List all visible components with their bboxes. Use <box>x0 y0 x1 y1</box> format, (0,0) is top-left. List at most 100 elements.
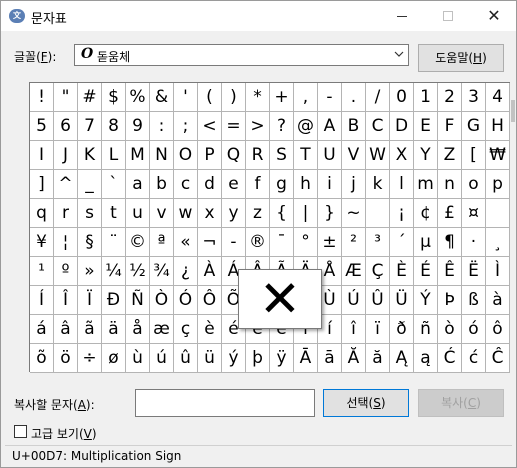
char-cell[interactable]: ¡ <box>390 199 414 228</box>
char-cell[interactable]: ¥ <box>30 228 54 257</box>
char-cell[interactable]: ? <box>270 112 294 141</box>
char-cell[interactable]: ÷ <box>78 344 102 373</box>
char-cell[interactable]: J <box>54 141 78 170</box>
char-cell[interactable]: B <box>342 112 366 141</box>
char-cell[interactable]: @ <box>294 112 318 141</box>
char-cell[interactable]: à <box>486 286 510 315</box>
char-cell[interactable]: Ĉ <box>486 344 510 373</box>
char-cell[interactable]: Æ <box>342 257 366 286</box>
char-cell[interactable]: Q <box>222 141 246 170</box>
char-cell[interactable]: S <box>270 141 294 170</box>
char-cell[interactable]: $ <box>102 83 126 112</box>
char-cell[interactable]: Ì <box>486 257 510 286</box>
char-cell[interactable]: k <box>366 170 390 199</box>
char-cell[interactable]: ã <box>78 315 102 344</box>
char-cell[interactable]: & <box>150 83 174 112</box>
char-cell[interactable]: õ <box>30 344 54 373</box>
char-cell[interactable]: ¬ <box>198 228 222 257</box>
char-cell[interactable]: ø <box>102 344 126 373</box>
char-cell[interactable]: Ý <box>414 286 438 315</box>
char-cell[interactable]: Ă <box>342 344 366 373</box>
char-cell[interactable]: · <box>462 228 486 257</box>
char-cell[interactable] <box>366 199 390 228</box>
char-cell[interactable]: ó <box>462 315 486 344</box>
char-cell[interactable]: j <box>342 170 366 199</box>
char-cell[interactable]: A <box>318 112 342 141</box>
char-cell[interactable]: 5 <box>30 112 54 141</box>
char-cell[interactable]: å <box>126 315 150 344</box>
char-cell[interactable]: | <box>294 199 318 228</box>
char-cell[interactable]: - <box>222 228 246 257</box>
char-cell[interactable]: w <box>174 199 198 228</box>
close-button[interactable]: ✕ <box>471 1 517 31</box>
char-cell[interactable]: Ą <box>390 344 414 373</box>
title-bar[interactable]: 文 문자표 ✕ <box>1 1 516 31</box>
char-cell[interactable]: § <box>78 228 102 257</box>
char-cell[interactable]: H <box>486 112 510 141</box>
char-cell[interactable]: ¢ <box>414 199 438 228</box>
char-cell[interactable]: > <box>246 112 270 141</box>
char-cell[interactable]: É <box>414 257 438 286</box>
char-cell[interactable]: Û <box>366 286 390 315</box>
char-cell[interactable]: ® <box>246 228 270 257</box>
char-cell[interactable]: © <box>126 228 150 257</box>
char-cell[interactable]: ð <box>390 315 414 344</box>
char-cell[interactable]: ú <box>150 344 174 373</box>
char-cell[interactable]: ¾ <box>150 257 174 286</box>
char-cell[interactable]: W <box>366 141 390 170</box>
char-cell[interactable]: ß <box>462 286 486 315</box>
char-cell[interactable]: â <box>54 315 78 344</box>
char-cell[interactable]: ö <box>54 344 78 373</box>
char-cell[interactable]: ) <box>222 83 246 112</box>
char-cell[interactable]: ï <box>366 315 390 344</box>
char-cell[interactable]: î <box>342 315 366 344</box>
char-cell[interactable]: T <box>294 141 318 170</box>
char-cell[interactable]: º <box>54 257 78 286</box>
char-cell[interactable]: ¯ <box>270 228 294 257</box>
char-cell[interactable]: Ê <box>438 257 462 286</box>
char-cell[interactable]: " <box>54 83 78 112</box>
char-cell[interactable]: Ò <box>150 286 174 315</box>
char-cell[interactable]: x <box>198 199 222 228</box>
char-cell[interactable]: ( <box>198 83 222 112</box>
char-cell[interactable]: Ā <box>294 344 318 373</box>
char-cell[interactable]: Z <box>438 141 462 170</box>
copy-chars-input[interactable] <box>135 389 315 417</box>
char-cell[interactable]: 7 <box>78 112 102 141</box>
char-cell[interactable]: È <box>390 257 414 286</box>
char-cell[interactable]: R <box>246 141 270 170</box>
char-cell[interactable]: Þ <box>438 286 462 315</box>
char-cell[interactable]: O <box>174 141 198 170</box>
help-button[interactable]: 도움말(H) <box>418 44 504 72</box>
char-cell[interactable]: L <box>102 141 126 170</box>
char-cell[interactable]: £ <box>438 199 462 228</box>
advanced-view-checkbox[interactable] <box>14 425 27 438</box>
char-cell[interactable]: f <box>246 170 270 199</box>
char-cell[interactable]: p <box>486 170 510 199</box>
char-cell[interactable]: + <box>270 83 294 112</box>
char-cell[interactable]: ¿ <box>174 257 198 286</box>
char-cell[interactable]: q <box>30 199 54 228</box>
char-cell[interactable]: c <box>174 170 198 199</box>
char-cell[interactable]: M <box>126 141 150 170</box>
char-cell[interactable]: Ô <box>198 286 222 315</box>
char-cell[interactable]: l <box>390 170 414 199</box>
char-cell[interactable]: s <box>78 199 102 228</box>
char-cell[interactable]: ¼ <box>102 257 126 286</box>
char-cell[interactable]: D <box>390 112 414 141</box>
char-cell[interactable]: Ç <box>366 257 390 286</box>
char-cell[interactable]: [ <box>462 141 486 170</box>
select-button[interactable]: 선택(S) <box>323 389 409 417</box>
char-cell[interactable]: ; <box>174 112 198 141</box>
char-cell[interactable]: ´ <box>390 228 414 257</box>
char-cell[interactable]: t <box>102 199 126 228</box>
char-cell[interactable]: ` <box>102 170 126 199</box>
char-cell[interactable]: N <box>150 141 174 170</box>
char-cell[interactable]: ¨ <box>102 228 126 257</box>
char-cell[interactable]: ] <box>30 170 54 199</box>
char-cell[interactable]: Ó <box>174 286 198 315</box>
grid-scrollbar-thumb[interactable] <box>511 100 515 122</box>
char-cell[interactable]: ± <box>318 228 342 257</box>
char-cell[interactable]: m <box>414 170 438 199</box>
char-cell[interactable]: b <box>150 170 174 199</box>
